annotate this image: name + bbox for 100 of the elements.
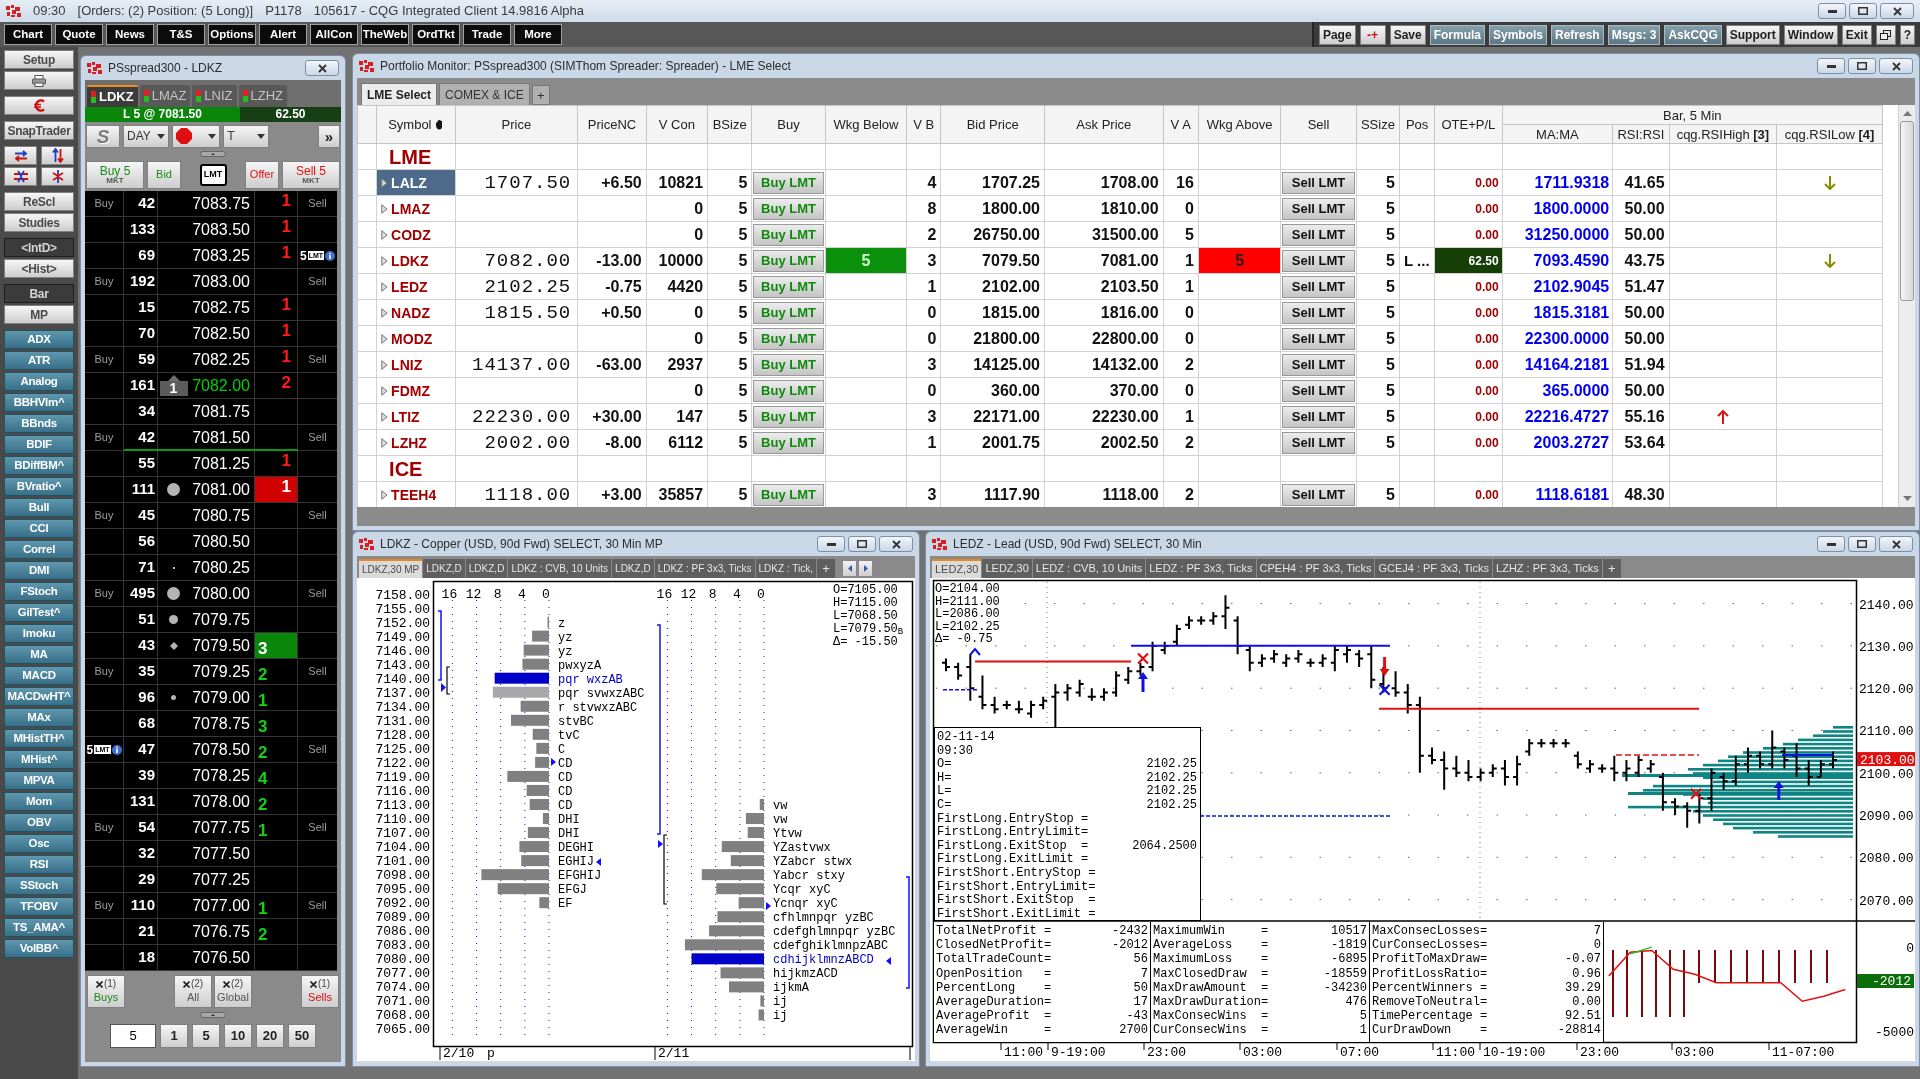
price-cell[interactable]: 7080.50: [189, 529, 255, 554]
minimize-button[interactable]: [1817, 58, 1845, 74]
price-cell[interactable]: 7079.25: [189, 659, 255, 684]
column-header[interactable]: Bid Price: [940, 105, 1045, 144]
price-cell[interactable]: 7083.25: [189, 243, 255, 268]
size-cell[interactable]: 4: [255, 763, 298, 788]
study-button[interactable]: MACD: [4, 666, 74, 685]
menu-button[interactable]: News: [106, 24, 154, 45]
sell-label[interactable]: Sell: [308, 351, 327, 368]
more-button[interactable]: »: [318, 124, 340, 148]
sidebar-button[interactable]: MP: [4, 305, 74, 324]
minimize-button[interactable]: [1818, 3, 1846, 19]
price-cell[interactable]: 7077.00: [189, 893, 255, 918]
sell-label[interactable]: Sell: [308, 585, 327, 602]
price-cell[interactable]: 7077.50: [189, 841, 255, 866]
chart-tab[interactable]: LDKZ,30 MP: [359, 559, 423, 578]
scroll-down-icon[interactable]: [1902, 496, 1912, 501]
symbol-cell[interactable]: LMAZ: [376, 195, 456, 222]
toolbar-button[interactable]: Window: [1783, 24, 1838, 45]
sell-limit-button[interactable]: Sell LMT: [1282, 275, 1355, 298]
price-cell[interactable]: 7078.75: [189, 711, 255, 736]
study-button[interactable]: MAx: [4, 708, 74, 727]
menu-button[interactable]: TheWeb: [361, 24, 409, 45]
scroll-tabs-right-button[interactable]: [858, 560, 873, 577]
buy-label[interactable]: Buy: [94, 507, 114, 524]
order-type-dropdown[interactable]: [172, 124, 220, 148]
column-header[interactable]: cqg.RSILow [4]: [1776, 124, 1883, 144]
flip-button[interactable]: [41, 146, 74, 165]
study-button[interactable]: GilTest^: [4, 603, 74, 622]
sell-limit-button[interactable]: Sell LMT: [1282, 223, 1355, 246]
sell-limit-button[interactable]: Sell LMT: [1282, 353, 1355, 376]
toolbar-button[interactable]: ?: [1899, 24, 1915, 45]
price-cell[interactable]: 7081.75: [189, 399, 255, 424]
add-tab-button[interactable]: +: [531, 85, 550, 105]
study-button[interactable]: VolBB^: [4, 939, 74, 958]
study-button[interactable]: MPVA: [4, 771, 74, 790]
working-order-cell[interactable]: 5: [1198, 247, 1281, 274]
buy-label[interactable]: Buy: [94, 819, 114, 836]
cancel-orders-button[interactable]: (2) Global: [214, 974, 252, 1008]
study-button[interactable]: BDIF: [4, 435, 74, 454]
column-header[interactable]: V A: [1163, 105, 1199, 144]
maximize-button[interactable]: [1848, 536, 1876, 552]
bid-button[interactable]: Bid: [147, 160, 181, 189]
sell-limit-button[interactable]: Sell LMT: [1282, 431, 1355, 454]
sell-limit-button[interactable]: Sell LMT: [1282, 327, 1355, 350]
scroll-up-icon[interactable]: [1902, 111, 1912, 116]
sell-label[interactable]: Sell: [308, 741, 327, 758]
scroll-tabs-left-button[interactable]: [842, 560, 857, 577]
chart-tab[interactable]: LDKZ,D: [465, 559, 508, 578]
cancel-orders-button[interactable]: (1) Sells: [301, 974, 339, 1008]
price-cell[interactable]: 7082.75: [189, 295, 255, 320]
symbol-tab[interactable]: LMAZ: [139, 85, 191, 107]
chart-tab[interactable]: LDKZ : Tick,: [755, 559, 816, 578]
split-button[interactable]: [41, 167, 74, 186]
symbol-cell[interactable]: LEDZ: [376, 273, 456, 300]
sidebar-button[interactable]: ReScl: [4, 192, 74, 211]
option-dropdown[interactable]: T: [223, 124, 269, 148]
study-button[interactable]: SStoch: [4, 876, 74, 895]
sell-limit-button[interactable]: Sell LMT: [1282, 379, 1355, 402]
minimize-button[interactable]: [1817, 536, 1845, 552]
chart-tab[interactable]: LDKZ,D: [612, 559, 654, 578]
duration-dropdown[interactable]: DAY: [123, 124, 169, 148]
toolbar-button[interactable]: Save: [1389, 24, 1426, 45]
column-header[interactable]: Wkg Above: [1198, 105, 1281, 144]
price-cell[interactable]: 7083.75: [189, 191, 255, 216]
add-tab-button[interactable]: +: [1602, 559, 1621, 578]
close-button[interactable]: [879, 536, 913, 552]
working-order-cell[interactable]: 5: [825, 247, 907, 274]
toolbar-button[interactable]: Support: [1725, 24, 1780, 45]
size-cell[interactable]: 3: [255, 711, 298, 736]
column-header[interactable]: Sell: [1280, 105, 1357, 144]
size-cell[interactable]: 1: [255, 321, 298, 346]
maximize-button[interactable]: [1849, 3, 1877, 19]
price-cell[interactable]: 7077.25: [189, 867, 255, 892]
cancel-orders-button[interactable]: (1) Buys: [87, 974, 125, 1008]
study-button[interactable]: BBHVlm^: [4, 393, 74, 412]
study-button[interactable]: Correl: [4, 540, 74, 559]
toolbar-button[interactable]: Formula: [1429, 24, 1485, 45]
buy-label[interactable]: Buy: [94, 429, 114, 446]
buy-label[interactable]: Buy: [94, 663, 114, 680]
chart-tab[interactable]: GCEJ4 : PF 3x3, Ticks: [1375, 559, 1493, 578]
sell-label[interactable]: Sell: [308, 663, 327, 680]
column-header[interactable]: RSI:RSI: [1612, 124, 1670, 144]
size-cell[interactable]: 1: [255, 451, 298, 476]
symbol-cell[interactable]: LZHZ: [376, 429, 456, 456]
quantity-preset-button[interactable]: 10: [224, 1024, 252, 1048]
cancel-orders-button[interactable]: (2) All: [174, 974, 212, 1008]
chart-tab[interactable]: LDKZ : PF 3x3, Ticks: [654, 559, 755, 578]
price-cell[interactable]: 7076.75: [189, 919, 255, 944]
menu-button[interactable]: Alert: [259, 24, 307, 45]
price-cell[interactable]: 7081.25: [189, 451, 255, 476]
size-cell[interactable]: 2: [255, 659, 298, 684]
chart-tab[interactable]: LZHZ : PF 3x3, Ticks: [1493, 559, 1602, 578]
close-button[interactable]: [1879, 58, 1913, 74]
column-header[interactable]: cqg.RSIHigh [3]: [1669, 124, 1777, 144]
study-button[interactable]: MHist^: [4, 750, 74, 769]
size-cell[interactable]: 3: [255, 633, 298, 658]
swap-button[interactable]: [4, 146, 37, 165]
grip-handle-icon[interactable]: [200, 1012, 226, 1018]
size-cell[interactable]: 2: [255, 789, 298, 814]
